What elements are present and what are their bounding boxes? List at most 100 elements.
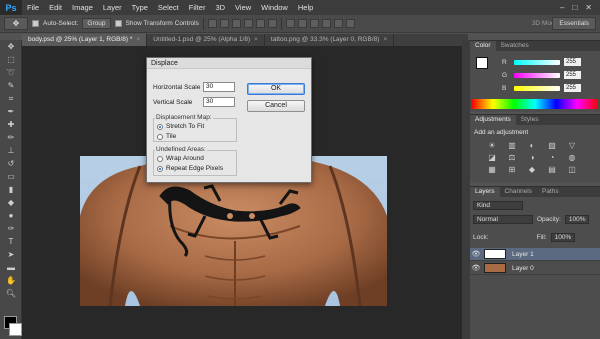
blur-tool-icon[interactable]: ◆ <box>0 196 22 209</box>
tab-paths[interactable]: Paths <box>537 187 564 197</box>
photo-filter-icon[interactable]: ◔ <box>546 152 558 162</box>
distribute-right-icon[interactable] <box>345 19 355 28</box>
menu-type[interactable]: Type <box>127 3 153 12</box>
close-icon[interactable]: × <box>254 36 258 43</box>
align-middle-icon[interactable] <box>219 19 229 28</box>
tab-channels[interactable]: Channels <box>500 187 537 197</box>
align-bottom-icon[interactable] <box>231 19 241 28</box>
brightness-icon[interactable]: ☀ <box>486 140 498 150</box>
menu-file[interactable]: File <box>22 3 44 12</box>
tab-layers[interactable]: Layers <box>470 187 500 197</box>
exposure-icon[interactable]: ▨ <box>546 140 558 150</box>
clone-stamp-tool-icon[interactable]: ⊥ <box>0 144 22 157</box>
slider-track[interactable] <box>514 85 560 91</box>
layer-name[interactable]: Layer 0 <box>512 265 534 272</box>
layer-row[interactable]: 👁︎ Layer 0 <box>470 262 600 275</box>
tab-styles[interactable]: Styles <box>516 115 544 125</box>
minimize-icon[interactable]: – <box>560 3 564 12</box>
move-tool-icon[interactable]: ✥ <box>4 17 28 30</box>
dodge-tool-icon[interactable]: ● <box>0 209 22 222</box>
repeat-edge-pixels-option[interactable]: Repeat Edge Pixels <box>157 165 223 172</box>
slider-track[interactable] <box>514 59 560 65</box>
selective-color-icon[interactable]: ◫ <box>566 164 578 174</box>
color-spectrum[interactable] <box>472 99 598 109</box>
maximize-icon[interactable]: □ <box>572 3 577 12</box>
distribute-top-icon[interactable] <box>285 19 295 28</box>
distribute-left-icon[interactable] <box>321 19 331 28</box>
menu-3d[interactable]: 3D <box>210 3 230 12</box>
brush-tool-icon[interactable]: ✏ <box>0 131 22 144</box>
stretch-to-fit-option[interactable]: Stretch To Fit <box>157 123 204 130</box>
menu-filter[interactable]: Filter <box>184 3 211 12</box>
channel-value[interactable]: 255 <box>564 84 581 92</box>
layer-kind-filter[interactable]: Kind <box>473 201 523 210</box>
hue-saturation-icon[interactable]: ◪ <box>486 152 498 162</box>
tab-untitled-1[interactable]: Untitled-1.psd @ 25% (Alpha 1/8) × <box>147 34 265 46</box>
shape-tool-icon[interactable]: ▬ <box>0 261 22 274</box>
menu-window[interactable]: Window <box>256 3 293 12</box>
layer-row[interactable]: 👁︎ Layer 1 <box>470 248 600 261</box>
workspace-dropdown[interactable]: Essentials <box>552 17 596 30</box>
crop-tool-icon[interactable]: ⌗ <box>0 92 22 105</box>
eyedropper-tool-icon[interactable]: ✒ <box>0 105 22 118</box>
gradient-tool-icon[interactable]: ▮ <box>0 183 22 196</box>
radio-wrap-around[interactable] <box>157 155 163 162</box>
close-icon[interactable]: × <box>136 36 140 43</box>
radio-repeat-edge-pixels[interactable] <box>157 165 163 172</box>
close-icon[interactable]: × <box>383 36 387 43</box>
channel-value[interactable]: 255 <box>564 58 581 66</box>
align-right-icon[interactable] <box>267 19 277 28</box>
tab-body-psd[interactable]: body.psd @ 25% (Layer 1, RGB/8) * × <box>22 34 148 46</box>
eye-icon[interactable]: 👁︎ <box>470 264 482 272</box>
invert-icon[interactable]: ▦ <box>486 164 498 174</box>
curves-icon[interactable]: ◐ <box>526 140 538 150</box>
marquee-tool-icon[interactable]: ⬚ <box>0 53 22 66</box>
menu-help[interactable]: Help <box>293 3 318 12</box>
gradient-map-icon[interactable]: ▤ <box>546 164 558 174</box>
type-tool-icon[interactable]: T <box>0 235 22 248</box>
tab-tattoo-png[interactable]: tattoo.png @ 33.3% (Layer 0, RGB/8) × <box>265 34 395 46</box>
eraser-tool-icon[interactable]: ▭ <box>0 170 22 183</box>
layer-name[interactable]: Layer 1 <box>512 251 534 258</box>
posterize-icon[interactable]: ⊞ <box>506 164 518 174</box>
fill-input[interactable]: 100% <box>550 233 576 242</box>
black-white-icon[interactable]: ◑ <box>526 152 538 162</box>
distribute-center-icon[interactable] <box>333 19 343 28</box>
distribute-middle-icon[interactable] <box>297 19 307 28</box>
cancel-button[interactable]: Cancel <box>247 100 305 112</box>
align-center-icon[interactable] <box>255 19 265 28</box>
tab-swatches[interactable]: Swatches <box>496 41 534 51</box>
red-slider[interactable]: R 255 <box>502 58 581 66</box>
green-slider[interactable]: G 255 <box>502 71 581 79</box>
radio-tile[interactable] <box>157 133 163 140</box>
auto-select-checkbox[interactable] <box>32 20 39 27</box>
tab-adjustments[interactable]: Adjustments <box>470 115 516 125</box>
menu-select[interactable]: Select <box>153 3 184 12</box>
channel-value[interactable]: 255 <box>564 71 581 79</box>
eye-icon[interactable]: 👁︎ <box>470 250 482 258</box>
pen-tool-icon[interactable]: ✑ <box>0 222 22 235</box>
blend-mode-dropdown[interactable]: Normal <box>473 215 533 224</box>
vertical-scale-input[interactable]: 30 <box>203 97 235 107</box>
menu-edit[interactable]: Edit <box>44 3 67 12</box>
levels-icon[interactable]: ▥ <box>506 140 518 150</box>
tile-option[interactable]: Tile <box>157 133 176 140</box>
color-balance-icon[interactable]: ⚖ <box>506 152 518 162</box>
quick-select-tool-icon[interactable]: ✎ <box>0 79 22 92</box>
ok-button[interactable]: OK <box>247 83 305 95</box>
foreground-color-chip[interactable] <box>476 57 488 69</box>
zoom-tool-icon[interactable]: 🔍︎ <box>0 287 22 300</box>
history-brush-tool-icon[interactable]: ↺ <box>0 157 22 170</box>
distribute-bottom-icon[interactable] <box>309 19 319 28</box>
channel-mixer-icon[interactable]: ◍ <box>566 152 578 162</box>
healing-brush-tool-icon[interactable]: ✚ <box>0 118 22 131</box>
path-select-tool-icon[interactable]: ➤ <box>0 248 22 261</box>
slider-track[interactable] <box>514 72 560 78</box>
vibrance-icon[interactable]: ▽ <box>566 140 578 150</box>
radio-stretch-to-fit[interactable] <box>157 123 163 130</box>
show-transform-checkbox[interactable] <box>114 20 122 27</box>
align-top-icon[interactable] <box>207 19 217 28</box>
blue-slider[interactable]: B 255 <box>502 84 581 92</box>
auto-select-dropdown[interactable]: Group <box>82 18 111 29</box>
opacity-input[interactable]: 100% <box>564 215 590 224</box>
